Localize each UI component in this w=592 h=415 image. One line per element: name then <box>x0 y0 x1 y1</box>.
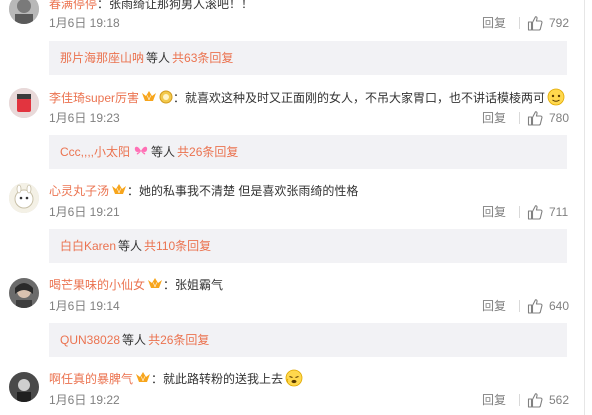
sub-reply-word: 等人 <box>122 333 147 347</box>
vip-badge-icon: V <box>148 278 163 289</box>
sub-replies-box[interactable]: 白白Karen 等人 共110条回复 <box>49 229 567 263</box>
comment-line: 喝芒果味的小仙女 V ：张姐霸气 <box>49 275 579 295</box>
comment-line: 春满停停：张雨绮让那狗男人滚吧！！ <box>49 0 579 14</box>
comment-username[interactable]: 春满停停 <box>49 0 97 11</box>
scrollbar-track[interactable] <box>584 0 592 415</box>
thumbs-up-icon <box>527 299 543 314</box>
comment-username[interactable]: 心灵丸子汤 <box>49 184 109 198</box>
avatar[interactable] <box>9 88 39 118</box>
sub-replies-box[interactable]: Ccc,,,,小太阳 等人 共26条回复 <box>49 135 567 169</box>
reply-button[interactable]: 回复 <box>482 110 506 126</box>
svg-text:V: V <box>141 377 145 383</box>
thumbs-up-icon <box>527 16 543 31</box>
butterfly-icon <box>134 146 148 155</box>
comment-line: 啊任真的暴脾气 V ：就此路转粉的送我上去 <box>49 369 579 389</box>
vip-badge-icon: V <box>142 91 157 102</box>
medal-icon <box>159 90 173 104</box>
comment-time: 1月6日 19:21 <box>49 205 120 219</box>
like-count: 711 <box>549 205 569 219</box>
divider <box>519 17 520 29</box>
comment-item: 啊任真的暴脾气 V ：就此路转粉的送我上去 1月6日 19:22 回复 562 <box>0 369 584 415</box>
comment-text: ：张雨绮让那狗男人滚吧！！ <box>97 0 254 11</box>
sub-reply-count[interactable]: 共110条回复 <box>144 239 211 253</box>
comment-username[interactable]: 喝芒果味的小仙女 <box>49 278 145 292</box>
comment-time: 1月6日 19:23 <box>49 111 120 125</box>
sub-reply-word: 等人 <box>118 239 143 253</box>
comment-meta: 1月6日 19:23 回复 780 <box>49 110 569 126</box>
sub-reply-word: 等人 <box>146 51 171 65</box>
like-count: 562 <box>549 393 570 407</box>
comment-meta: 1月6日 19:14 回复 640 <box>49 298 569 314</box>
sub-replies-box[interactable]: QUN38028 等人 共26条回复 <box>49 323 567 357</box>
reply-button[interactable]: 回复 <box>482 298 506 314</box>
divider <box>519 394 520 406</box>
comment-line: 李佳琦super厉害 V ：就喜欢这种及时又正面刚的女人，不吊大家胃口，也不讲话模棱… <box>49 88 579 108</box>
comment-meta: 1月6日 19:22 回复 562 <box>49 392 569 408</box>
comment-username[interactable]: 李佳琦super厉害 <box>49 91 139 105</box>
divider <box>519 206 520 218</box>
like-count: 640 <box>549 299 570 313</box>
sub-reply-user[interactable]: 白白Karen <box>60 239 116 253</box>
divider <box>519 300 520 312</box>
like-count: 792 <box>549 16 570 30</box>
vip-badge-icon: V <box>112 184 127 195</box>
divider <box>519 112 520 124</box>
avatar[interactable] <box>9 278 39 308</box>
svg-text:V: V <box>153 283 157 289</box>
avatar[interactable] <box>9 0 39 24</box>
comment-meta: 1月6日 19:18 回复 792 <box>49 15 569 31</box>
emoji-icon <box>547 88 565 106</box>
comment-username[interactable]: 啊任真的暴脾气 <box>49 372 133 386</box>
comment-text: ：她的私事我不清楚 但是喜欢张雨绮的性格 <box>127 184 359 198</box>
like-count: 780 <box>549 111 570 125</box>
sub-reply-user[interactable]: QUN38028 <box>60 333 120 347</box>
thumbs-up-icon <box>527 111 543 126</box>
sub-reply-user[interactable]: 那片海那座山呐 <box>60 51 144 65</box>
comment-feed: 春满停停：张雨绮让那狗男人滚吧！！ 1月6日 19:18 回复 792 那片海那… <box>0 0 592 415</box>
reply-button[interactable]: 回复 <box>482 392 506 408</box>
reply-button[interactable]: 回复 <box>482 15 506 31</box>
comment-time: 1月6日 19:22 <box>49 393 120 407</box>
thumbs-up-icon <box>527 205 543 220</box>
thumbs-up-icon <box>527 393 543 408</box>
avatar[interactable] <box>9 183 39 213</box>
comment-time: 1月6日 19:18 <box>49 16 120 30</box>
emoji-icon <box>285 369 303 387</box>
sub-reply-count[interactable]: 共26条回复 <box>148 333 209 347</box>
comment-text: ：就喜欢这种及时又正面刚的女人，不吊大家胃口，也不讲话模棱两可 <box>173 91 546 105</box>
sub-reply-user[interactable]: Ccc,,,,小太阳 <box>60 145 130 159</box>
sub-replies-box[interactable]: 那片海那座山呐 等人 共63条回复 <box>49 41 567 75</box>
svg-text:V: V <box>117 189 121 195</box>
comment-text: ：就此路转粉的送我上去 <box>151 372 284 386</box>
avatar[interactable] <box>9 372 39 402</box>
comment-meta: 1月6日 19:21 回复 711 <box>49 204 569 220</box>
sub-reply-word: 等人 <box>151 145 176 159</box>
sub-reply-count[interactable]: 共63条回复 <box>172 51 233 65</box>
reply-button[interactable]: 回复 <box>482 204 506 220</box>
comment-text: ：张姐霸气 <box>163 278 224 292</box>
sub-reply-count[interactable]: 共26条回复 <box>177 145 238 159</box>
comment-line: 心灵丸子汤 V ：她的私事我不清楚 但是喜欢张雨绮的性格 <box>49 181 579 201</box>
svg-text:V: V <box>147 96 151 102</box>
comment-time: 1月6日 19:14 <box>49 299 120 313</box>
vip-badge-icon: V <box>136 372 151 383</box>
